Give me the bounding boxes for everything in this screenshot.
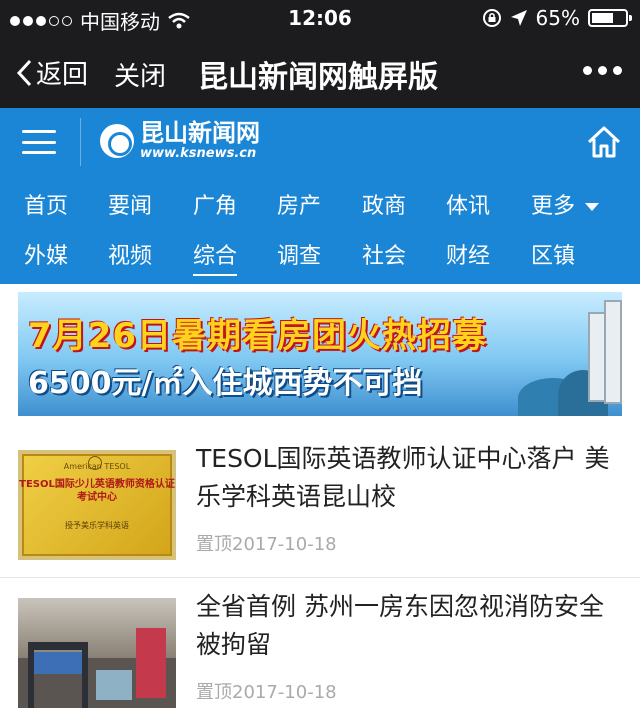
rotation-lock-icon xyxy=(482,9,501,27)
news-date: 2017-10-18 xyxy=(232,682,337,703)
pinned-tag: 置顶 xyxy=(196,682,232,703)
site-header: 昆山新闻网 www.ksnews.cn xyxy=(0,108,640,176)
category-item[interactable]: 调查 xyxy=(277,238,321,270)
news-date: 2017-10-18 xyxy=(232,534,337,555)
news-item[interactable]: 全省首例 苏州一房东因忽视消防安全被拘留 置顶2017-10-18 xyxy=(0,586,640,719)
banner-subline: 6500元/㎡入住城西势不可挡 xyxy=(28,366,423,401)
news-headline: TESOL国际英语教师认证中心落户 美乐学科英语昆山校 xyxy=(196,444,610,511)
news-meta: 置顶2017-10-18 xyxy=(196,530,337,556)
battery-percent: 65% xyxy=(535,6,580,30)
back-button[interactable]: 返回 xyxy=(16,54,88,91)
category-item[interactable]: 房产 xyxy=(277,188,321,220)
category-item[interactable]: 财经 xyxy=(446,238,490,270)
more-options-button[interactable] xyxy=(583,66,622,75)
category-row-2: 外媒 视频 综合 调查 社会 财经 区镇 xyxy=(0,228,640,280)
banner-ad[interactable]: 7月26日暑期看房团火热招募 6500元/㎡入住城西势不可挡 xyxy=(18,292,622,416)
bunk-bed xyxy=(28,642,88,650)
hanging-clothes xyxy=(136,628,166,698)
bedding xyxy=(34,652,82,674)
category-item[interactable]: 视频 xyxy=(108,238,152,270)
category-item[interactable]: 外媒 xyxy=(24,238,68,270)
status-right: 65% xyxy=(482,6,632,30)
caret-down-icon xyxy=(585,203,600,211)
home-icon[interactable] xyxy=(586,124,622,164)
category-nav: 首页 要闻 广角 房产 政商 体讯 更多 外媒 视频 综合 调查 社会 财经 区… xyxy=(0,176,640,284)
bedding xyxy=(96,670,132,700)
certificate-title: TESOL国际少儿英语教师资格认证考试中心 xyxy=(19,479,175,503)
certificate-subtitle: 授予美乐学科英语 xyxy=(65,521,129,530)
category-item[interactable]: 要闻 xyxy=(108,188,152,220)
nav-bar: 返回 关闭 昆山新闻网触屏版 xyxy=(0,36,640,108)
bunk-bed xyxy=(82,642,88,708)
category-item[interactable]: 广角 xyxy=(193,188,237,220)
category-item-active[interactable]: 综合 xyxy=(193,238,238,276)
news-meta: 置顶2017-10-18 xyxy=(196,678,337,704)
pinned-tag: 置顶 xyxy=(196,534,232,555)
banner-headline: 7月26日暑期看房团火热招募 xyxy=(28,316,487,356)
status-bar: 中国移动 12:06 65% xyxy=(0,0,640,36)
location-icon xyxy=(510,10,527,26)
more-dot xyxy=(583,66,592,75)
header-divider xyxy=(80,118,81,166)
close-button[interactable]: 关闭 xyxy=(114,56,166,93)
category-item[interactable]: 社会 xyxy=(362,238,406,270)
back-label: 返回 xyxy=(36,60,89,90)
logo-name: 昆山新闻网 xyxy=(140,119,260,147)
category-item[interactable]: 区镇 xyxy=(531,238,575,270)
logo-url: www.ksnews.cn xyxy=(140,146,257,161)
news-headline: 全省首例 苏州一房东因忽视消防安全被拘留 xyxy=(196,592,604,659)
category-item[interactable]: 首页 xyxy=(24,188,68,220)
category-item[interactable]: 体讯 xyxy=(446,188,490,220)
chevron-left-icon xyxy=(16,59,32,86)
site-logo[interactable]: 昆山新闻网 www.ksnews.cn xyxy=(100,120,260,162)
category-more-label: 更多 xyxy=(531,194,576,219)
more-dot xyxy=(613,66,622,75)
certificate-org: American TESOL xyxy=(63,462,131,471)
news-thumbnail xyxy=(18,598,176,708)
category-row-1: 首页 要闻 广角 房产 政商 体讯 更多 xyxy=(0,178,640,230)
battery-fill xyxy=(592,13,613,23)
battery-icon xyxy=(588,9,632,27)
news-thumbnail: American TESOL TESOL国际少儿英语教师资格认证考试中心 授予美… xyxy=(18,450,176,560)
menu-icon[interactable] xyxy=(22,130,56,154)
category-item[interactable]: 政商 xyxy=(362,188,406,220)
logo-mark-icon xyxy=(100,124,134,158)
news-item[interactable]: American TESOL TESOL国际少儿英语教师资格认证考试中心 授予美… xyxy=(0,438,640,578)
category-more[interactable]: 更多 xyxy=(531,188,600,220)
banner-building xyxy=(604,300,622,404)
page-title: 昆山新闻网触屏版 xyxy=(198,60,438,95)
more-dot xyxy=(598,66,607,75)
